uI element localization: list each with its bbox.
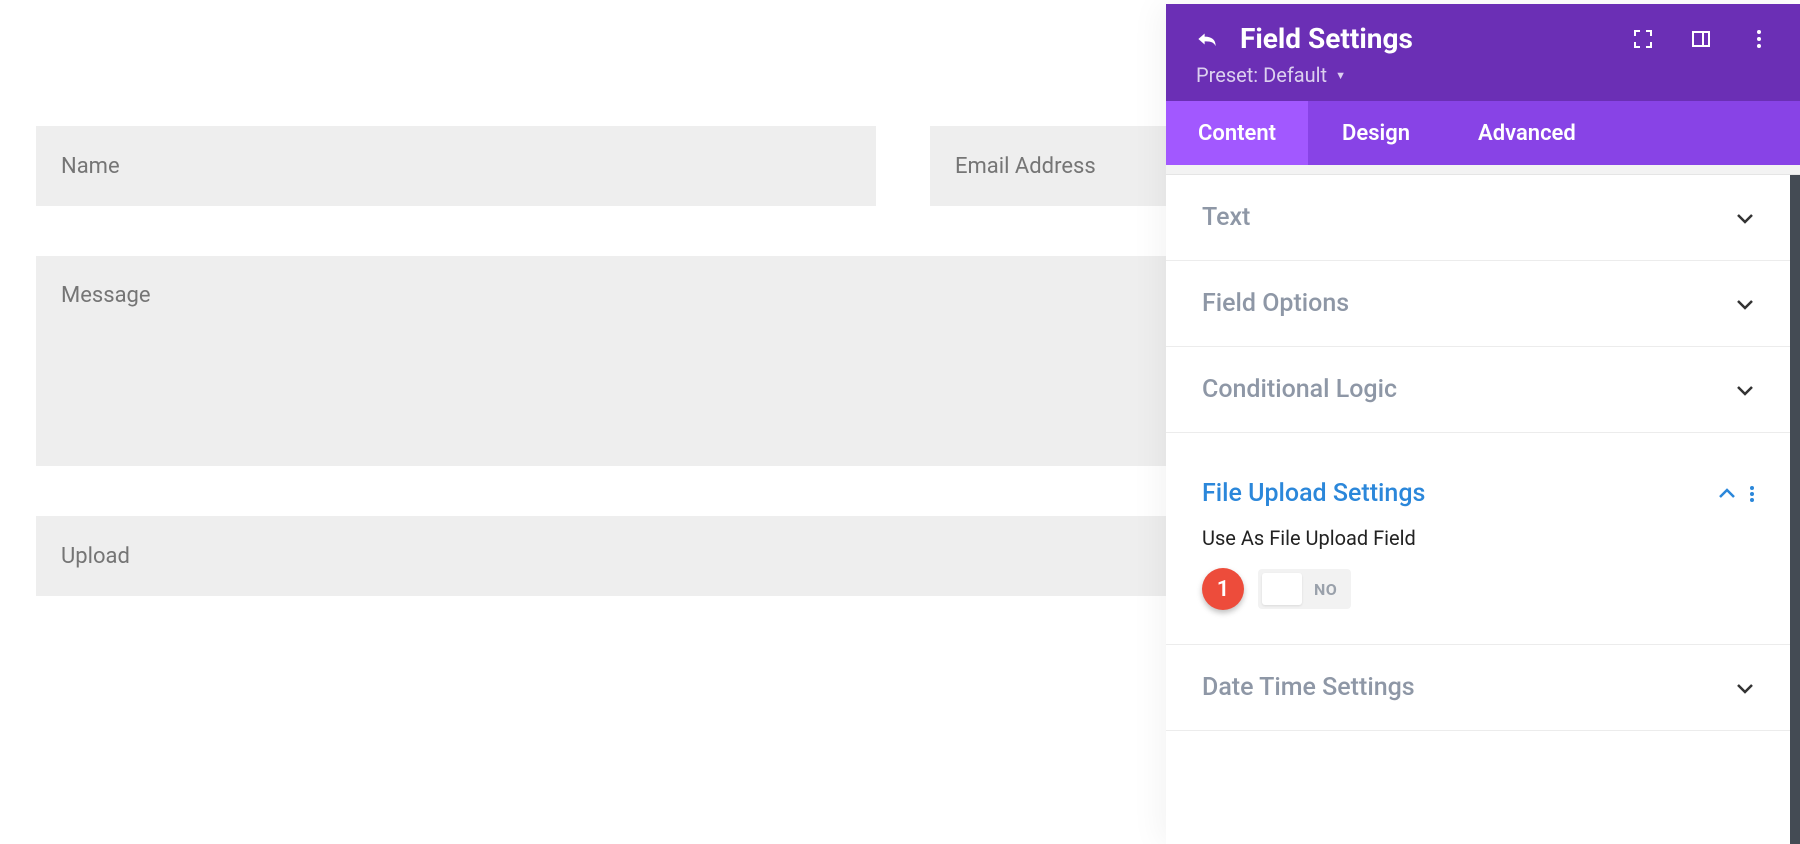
tab-content[interactable]: Content <box>1166 101 1308 165</box>
panel-filterbar <box>1166 165 1800 175</box>
panel-title: Field Settings <box>1240 22 1610 55</box>
panel-body[interactable]: Text Field Options Conditional Logic Fil… <box>1166 175 1800 844</box>
toggle-row: 1 NO <box>1202 568 1754 610</box>
section-file-upload-title: File Upload Settings <box>1202 479 1425 508</box>
section-date-time[interactable]: Date Time Settings <box>1166 644 1790 731</box>
preset-label: Preset: Default <box>1196 63 1327 87</box>
chevron-down-icon <box>1736 212 1754 224</box>
section-conditional-logic-title: Conditional Logic <box>1202 375 1397 404</box>
chevron-down-icon <box>1736 384 1754 396</box>
name-input[interactable] <box>36 126 876 206</box>
file-upload-toggle[interactable]: NO <box>1258 569 1351 609</box>
back-icon[interactable] <box>1196 28 1218 50</box>
section-date-time-title: Date Time Settings <box>1202 673 1415 702</box>
toggle-knob <box>1262 573 1302 605</box>
kebab-icon[interactable] <box>1748 28 1770 50</box>
panel-header-icons <box>1632 28 1770 50</box>
chevron-down-icon <box>1736 298 1754 310</box>
chevron-up-icon <box>1718 488 1736 500</box>
section-field-options-title: Field Options <box>1202 289 1349 318</box>
section-file-upload[interactable]: File Upload Settings <box>1166 451 1790 526</box>
section-text[interactable]: Text <box>1166 175 1790 261</box>
tab-advanced[interactable]: Advanced <box>1444 101 1610 165</box>
caret-down-icon: ▼ <box>1335 69 1346 82</box>
section-options-icon[interactable] <box>1750 486 1754 502</box>
settings-panel: Field Settings <box>1166 4 1800 844</box>
section-field-options[interactable]: Field Options <box>1166 261 1790 347</box>
fullscreen-icon[interactable] <box>1632 28 1654 50</box>
file-upload-content: Use As File Upload Field 1 NO <box>1166 526 1790 644</box>
dock-icon[interactable] <box>1690 28 1712 50</box>
toggle-state-text: NO <box>1314 580 1337 599</box>
panel-header-top: Field Settings <box>1196 22 1770 55</box>
callout-badge: 1 <box>1202 568 1244 610</box>
tab-design[interactable]: Design <box>1308 101 1444 165</box>
section-text-title: Text <box>1202 203 1250 232</box>
use-as-file-upload-label: Use As File Upload Field <box>1202 526 1754 550</box>
chevron-down-icon <box>1736 682 1754 694</box>
panel-tabs: Content Design Advanced <box>1166 101 1800 165</box>
preset-selector[interactable]: Preset: Default ▼ <box>1196 63 1346 87</box>
panel-header: Field Settings <box>1166 4 1800 101</box>
section-file-upload-controls <box>1718 486 1754 502</box>
section-gap <box>1166 433 1790 451</box>
section-conditional-logic[interactable]: Conditional Logic <box>1166 347 1790 433</box>
